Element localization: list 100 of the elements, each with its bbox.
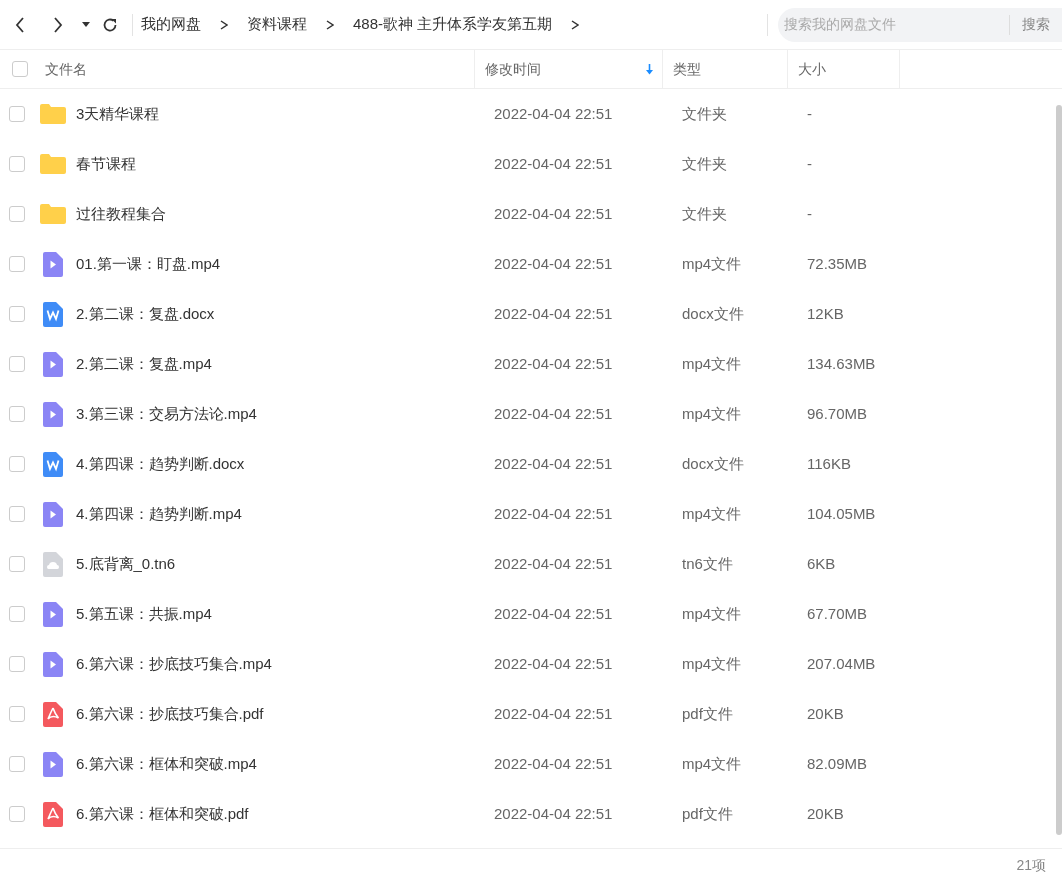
file-type: mp4文件	[682, 654, 742, 672]
chevron-icon	[571, 19, 580, 30]
file-name[interactable]: 5.第五课：共振.mp4	[76, 604, 212, 622]
row-checkbox[interactable]	[9, 206, 25, 222]
scrollbar[interactable]	[1056, 105, 1062, 835]
file-type: mp4文件	[682, 404, 742, 422]
modified-time: 2022-04-04 22:51	[494, 504, 613, 522]
file-name[interactable]: 3.第三课：交易方法论.mp4	[76, 404, 257, 422]
file-size: 207.04MB	[807, 654, 876, 672]
file-size: 134.63MB	[807, 354, 876, 372]
file-type: pdf文件	[682, 804, 733, 822]
file-name[interactable]: 4.第四课：趋势判断.mp4	[76, 504, 242, 522]
file-name[interactable]: 5.底背离_0.tn6	[76, 554, 176, 572]
row-checkbox[interactable]	[9, 306, 25, 322]
chevron-icon	[326, 19, 334, 30]
modified-time: 2022-04-04 22:51	[494, 154, 613, 172]
file-type: mp4文件	[682, 754, 742, 772]
video-file-icon	[43, 251, 63, 277]
modified-time: 2022-04-04 22:51	[494, 804, 613, 822]
video-file-icon	[43, 751, 63, 777]
file-name[interactable]: 01.第一课：盯盘.mp4	[76, 254, 221, 272]
row-checkbox[interactable]	[9, 756, 25, 772]
file-type: mp4文件	[682, 504, 742, 522]
file-type: 文件夹	[682, 104, 727, 122]
word-file-icon	[43, 451, 63, 477]
modified-time: 2022-04-04 22:51	[494, 204, 613, 222]
row-checkbox[interactable]	[9, 556, 25, 572]
row-checkbox[interactable]	[9, 406, 25, 422]
modified-time: 2022-04-04 22:51	[494, 604, 613, 622]
breadcrumb-link[interactable]: 488-歌神 主升体系学友第五期	[353, 13, 553, 36]
column-header[interactable]: 类型	[663, 49, 788, 89]
breadcrumb-link[interactable]: 资料课程	[247, 13, 307, 36]
row-checkbox[interactable]	[9, 506, 25, 522]
chevron-icon	[220, 19, 228, 30]
file-size: 96.70MB	[807, 404, 868, 422]
file-size: -	[807, 204, 812, 222]
pdf-file-icon	[43, 701, 63, 727]
row-checkbox[interactable]	[9, 156, 25, 172]
search-input[interactable]: 搜索我的网盘文件	[778, 14, 1009, 35]
pdf-file-icon	[43, 801, 63, 827]
row-checkbox[interactable]	[9, 356, 25, 372]
modified-time: 2022-04-04 22:51	[494, 254, 613, 272]
file-type: mp4文件	[682, 354, 742, 372]
row-checkbox[interactable]	[9, 656, 25, 672]
file-type: pdf文件	[682, 704, 733, 722]
modified-time: 2022-04-04 22:51	[494, 354, 613, 372]
file-size: 12KB	[807, 304, 844, 322]
row-checkbox[interactable]	[9, 106, 25, 122]
modified-time: 2022-04-04 22:51	[494, 304, 613, 322]
file-size: -	[807, 154, 812, 172]
modified-time: 2022-04-04 22:51	[494, 554, 613, 572]
column-header[interactable]: 修改时间	[475, 49, 663, 89]
file-name[interactable]: 4.第四课：趋势判断.docx	[76, 454, 245, 472]
modified-time: 2022-04-04 22:51	[494, 754, 613, 772]
video-file-icon	[43, 501, 63, 527]
video-file-icon	[43, 401, 63, 427]
file-name[interactable]: 6.第六课：抄底技巧集合.pdf	[76, 704, 264, 722]
cloud-file-icon	[43, 551, 63, 577]
file-name[interactable]: 6.第六课：框体和突破.mp4	[76, 754, 257, 772]
row-checkbox[interactable]	[9, 456, 25, 472]
file-name[interactable]: 2.第二课：复盘.mp4	[76, 354, 212, 372]
back-icon	[15, 16, 25, 33]
folder-icon	[40, 104, 66, 124]
row-checkbox[interactable]	[9, 606, 25, 622]
folder-icon	[40, 204, 66, 224]
file-size: -	[807, 104, 812, 122]
file-size: 82.09MB	[807, 754, 868, 772]
breadcrumb-link[interactable]: 我的网盘	[141, 13, 201, 36]
modified-time: 2022-04-04 22:51	[494, 104, 613, 122]
select-all-checkbox[interactable]	[12, 61, 28, 77]
caret-icon	[82, 22, 90, 27]
forward-icon	[53, 16, 63, 33]
file-type: docx文件	[682, 454, 744, 472]
modified-time: 2022-04-04 22:51	[494, 454, 613, 472]
file-size: 72.35MB	[807, 254, 868, 272]
file-name[interactable]: 2.第二课：复盘.docx	[76, 304, 215, 322]
file-type: 文件夹	[682, 154, 727, 172]
file-size: 116KB	[807, 454, 851, 472]
file-size: 6KB	[807, 554, 836, 572]
refresh-icon	[102, 16, 118, 33]
video-file-icon	[43, 651, 63, 677]
modified-time: 2022-04-04 22:51	[494, 704, 613, 722]
word-file-icon	[43, 301, 63, 327]
file-name[interactable]: 过往教程集合	[76, 204, 166, 222]
file-type: mp4文件	[682, 604, 742, 622]
file-name[interactable]: 春节课程	[76, 154, 136, 172]
file-type: mp4文件	[682, 254, 742, 272]
folder-icon	[40, 154, 66, 174]
file-type: docx文件	[682, 304, 744, 322]
file-name[interactable]: 6.第六课：框体和突破.pdf	[76, 804, 249, 822]
column-header[interactable]: 大小	[788, 49, 900, 89]
column-header[interactable]: 文件名	[40, 49, 475, 89]
row-checkbox[interactable]	[9, 806, 25, 822]
file-name[interactable]: 6.第六课：抄底技巧集合.mp4	[76, 654, 272, 672]
file-name[interactable]: 3天精华课程	[76, 104, 160, 122]
row-checkbox[interactable]	[9, 706, 25, 722]
row-checkbox[interactable]	[9, 256, 25, 272]
file-type: tn6文件	[682, 554, 733, 572]
file-size: 20KB	[807, 804, 844, 822]
file-size: 104.05MB	[807, 504, 876, 522]
